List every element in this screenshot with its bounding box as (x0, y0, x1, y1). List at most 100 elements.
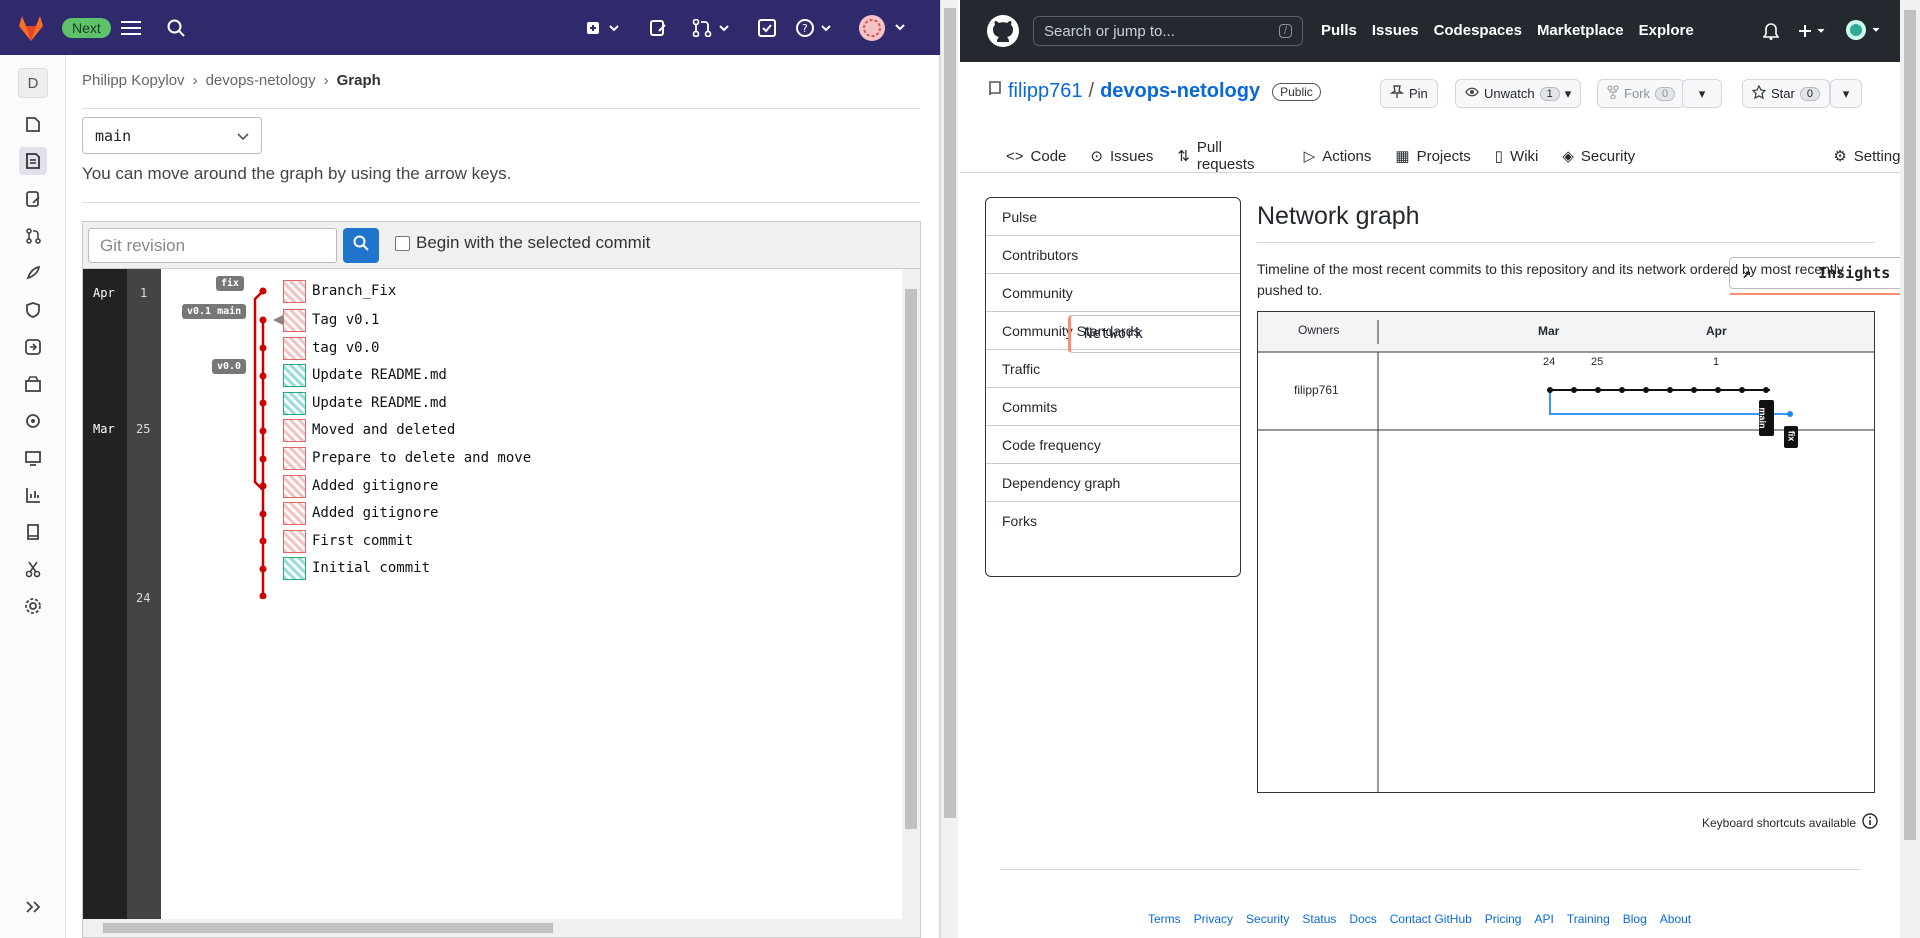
commit-row[interactable]: Update README.md (283, 391, 447, 415)
footer-blog[interactable]: Blog (1623, 912, 1647, 926)
issues-icon[interactable] (646, 12, 670, 44)
analytics-icon[interactable] (19, 481, 47, 509)
repo-name-link[interactable]: devops-netology (1100, 80, 1260, 103)
breadcrumb-user[interactable]: Philipp Kopylov (82, 72, 185, 89)
commit-row[interactable]: Added gitignore (283, 501, 438, 525)
tab-issues[interactable]: ⊙ Issues (1078, 140, 1165, 172)
tab-actions[interactable]: ▷ Actions (1292, 140, 1384, 172)
security-shield-icon[interactable] (19, 296, 47, 324)
commit-row[interactable]: Added gitignore (283, 474, 438, 498)
infrastructure-icon[interactable] (19, 407, 47, 435)
menu-forks[interactable]: Forks (986, 502, 1240, 540)
next-badge[interactable]: Next (62, 12, 111, 44)
merge-requests-sidebar-icon[interactable] (19, 222, 47, 250)
network-graph[interactable]: Owners Mar Apr 24 25 1 filipp761 main fi… (1257, 311, 1875, 793)
tab-pull-requests[interactable]: ⇅ Pull requests (1165, 139, 1291, 173)
tab-wiki[interactable]: ▯ Wiki (1483, 140, 1551, 172)
menu-contributors[interactable]: Contributors (986, 236, 1240, 274)
footer-docs[interactable]: Docs (1349, 912, 1376, 926)
commit-row[interactable]: Initial commit (283, 556, 430, 580)
menu-dependency-graph[interactable]: Dependency graph (986, 464, 1240, 502)
repo-owner-link[interactable]: filipp761 (1008, 80, 1083, 103)
pin-button[interactable]: Pin (1380, 79, 1438, 108)
fork-dropdown-button[interactable]: ▾ (1682, 79, 1722, 108)
tab-security[interactable]: ◈ Security (1550, 140, 1647, 172)
left-pane-scrollbar[interactable] (940, 0, 958, 938)
menu-pulse[interactable]: Pulse (986, 198, 1240, 236)
tab-code[interactable]: <> Code (994, 140, 1078, 172)
project-overview-icon[interactable] (19, 110, 47, 138)
ref-tag[interactable]: v0.1 main (182, 304, 247, 319)
ref-tag[interactable]: fix (216, 276, 245, 291)
bell-icon[interactable] (1762, 23, 1780, 45)
star-dropdown-button[interactable]: ▾ (1830, 79, 1862, 108)
nav-pulls[interactable]: Pulls (1321, 22, 1357, 39)
commit-row[interactable]: tag v0.0 (283, 336, 379, 360)
scrollbar-thumb[interactable] (944, 8, 956, 818)
breadcrumb-project[interactable]: devops-netology (206, 72, 316, 89)
deployments-icon[interactable] (19, 333, 47, 361)
create-new-icon[interactable] (584, 12, 624, 44)
footer-about[interactable]: About (1660, 912, 1691, 926)
right-pane-scrollbar[interactable] (1900, 0, 1920, 938)
monitor-icon[interactable] (19, 444, 47, 472)
scrollbar-thumb[interactable] (1904, 10, 1916, 840)
hamburger-icon[interactable] (118, 12, 144, 44)
search-icon[interactable] (163, 12, 189, 44)
fork-button[interactable]: Fork 0 (1597, 79, 1686, 108)
plus-dropdown-icon[interactable] (1798, 24, 1828, 43)
footer-contact[interactable]: Contact GitHub (1390, 912, 1472, 926)
graph-vertical-scrollbar[interactable] (902, 269, 920, 919)
expand-sidebar-icon[interactable] (19, 893, 47, 921)
commit-row[interactable]: Tag v0.1 (283, 308, 379, 332)
commit-row[interactable]: Prepare to delete and move (283, 446, 531, 470)
footer-pricing[interactable]: Pricing (1485, 912, 1522, 926)
merge-requests-icon[interactable] (690, 12, 734, 44)
git-revision-input[interactable]: Git revision (88, 228, 337, 263)
unwatch-button[interactable]: Unwatch 1 ▾ (1455, 79, 1582, 108)
snippets-scissors-icon[interactable] (19, 555, 47, 583)
nav-explore[interactable]: Explore (1639, 22, 1694, 39)
keyboard-shortcuts[interactable]: Keyboard shortcuts available (1702, 813, 1878, 832)
cicd-rocket-icon[interactable] (19, 259, 47, 287)
ref-tag[interactable]: v0.0 (212, 359, 247, 374)
commit-row[interactable]: Branch_Fix (283, 279, 396, 303)
help-icon[interactable]: ? (795, 12, 835, 44)
github-logo-icon[interactable] (986, 14, 1020, 53)
menu-community[interactable]: Community (986, 274, 1240, 312)
menu-network[interactable]: Network (1068, 315, 1240, 353)
tab-projects[interactable]: ▦ Projects (1383, 140, 1482, 172)
star-button[interactable]: Star 0 (1742, 79, 1830, 108)
user-avatar[interactable] (858, 12, 908, 44)
settings-gear-icon[interactable] (19, 592, 47, 620)
begin-with-selected-checkbox[interactable]: Begin with the selected commit (395, 233, 650, 253)
project-avatar[interactable]: D (18, 68, 48, 98)
branch-select[interactable]: main (82, 117, 262, 154)
commit-row[interactable]: Moved and deleted (283, 418, 455, 442)
nav-marketplace[interactable]: Marketplace (1537, 22, 1624, 39)
footer-privacy[interactable]: Privacy (1194, 912, 1233, 926)
scrollbar-thumb[interactable] (103, 923, 553, 933)
menu-commits[interactable]: Commits (986, 388, 1240, 426)
wiki-icon[interactable] (19, 518, 47, 546)
issues-sidebar-icon[interactable] (19, 185, 47, 213)
user-avatar[interactable] (1845, 19, 1885, 46)
packages-icon[interactable] (19, 370, 47, 398)
breadcrumb-current[interactable]: Graph (337, 72, 381, 89)
todo-icon[interactable] (755, 12, 779, 44)
gitlab-logo-icon[interactable] (14, 12, 48, 44)
checkbox[interactable] (395, 235, 410, 251)
revision-search-button[interactable] (343, 228, 379, 263)
github-search-input[interactable]: Search or jump to... / (1033, 16, 1303, 46)
footer-terms[interactable]: Terms (1148, 912, 1181, 926)
commit-row[interactable]: First commit (283, 529, 413, 553)
graph-horizontal-scrollbar[interactable] (83, 919, 920, 937)
footer-security[interactable]: Security (1246, 912, 1289, 926)
commit-row[interactable]: Update README.md (283, 363, 447, 387)
repository-icon[interactable] (19, 147, 47, 175)
footer-training[interactable]: Training (1567, 912, 1610, 926)
nav-issues[interactable]: Issues (1372, 22, 1419, 39)
footer-api[interactable]: API (1534, 912, 1553, 926)
menu-traffic[interactable]: Traffic (986, 350, 1240, 388)
footer-status[interactable]: Status (1302, 912, 1336, 926)
